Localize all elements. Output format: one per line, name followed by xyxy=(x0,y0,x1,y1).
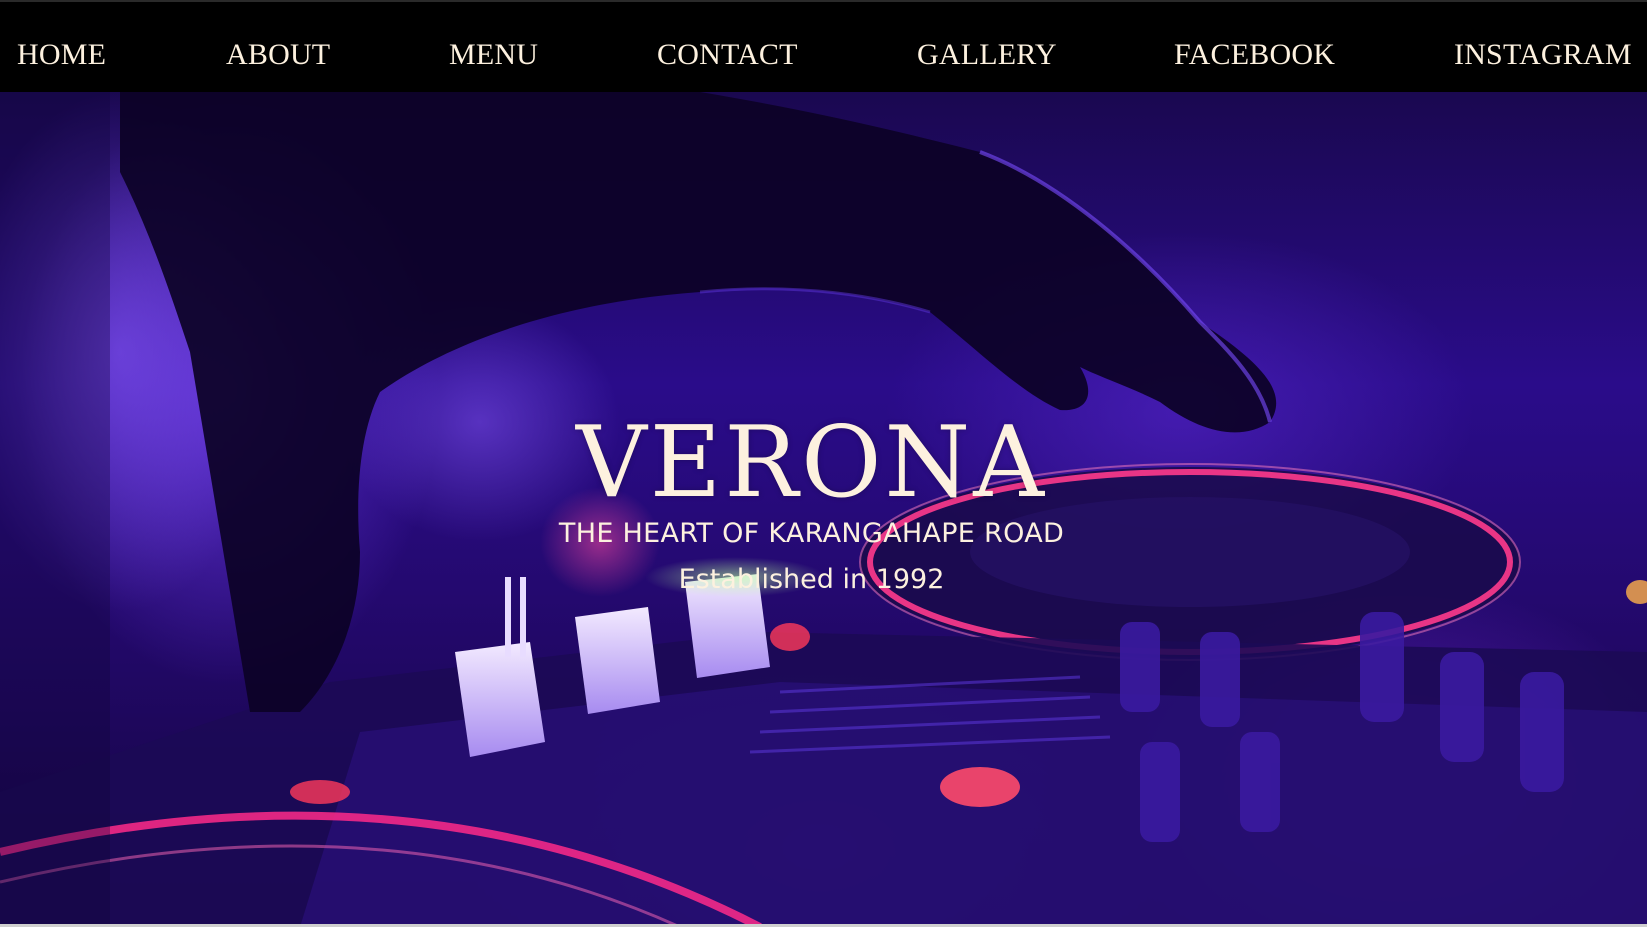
nav-bar: HOME ABOUT MENU CONTACT GALLERY FACEBOOK… xyxy=(0,2,1647,92)
page: HOME ABOUT MENU CONTACT GALLERY FACEBOOK… xyxy=(0,0,1647,927)
nav-facebook-link[interactable]: FACEBOOK xyxy=(1174,37,1335,73)
nav-contact-link[interactable]: CONTACT xyxy=(657,37,798,73)
nav-home-link[interactable]: HOME xyxy=(17,37,106,73)
hero-established-text: Established in 1992 xyxy=(678,564,945,595)
hero-subtitle: THE HEART OF KARANGAHAPE ROAD xyxy=(558,518,1065,549)
hero-title: VERONA xyxy=(576,405,1047,520)
nav-about-link[interactable]: ABOUT xyxy=(226,37,330,73)
nav-menu-link[interactable]: MENU xyxy=(449,37,538,73)
hero-section: VERONA THE HEART OF KARANGAHAPE ROAD Est… xyxy=(0,92,1647,927)
nav-instagram-link[interactable]: INSTAGRAM xyxy=(1454,37,1632,73)
nav-gallery-link[interactable]: GALLERY xyxy=(917,37,1057,73)
